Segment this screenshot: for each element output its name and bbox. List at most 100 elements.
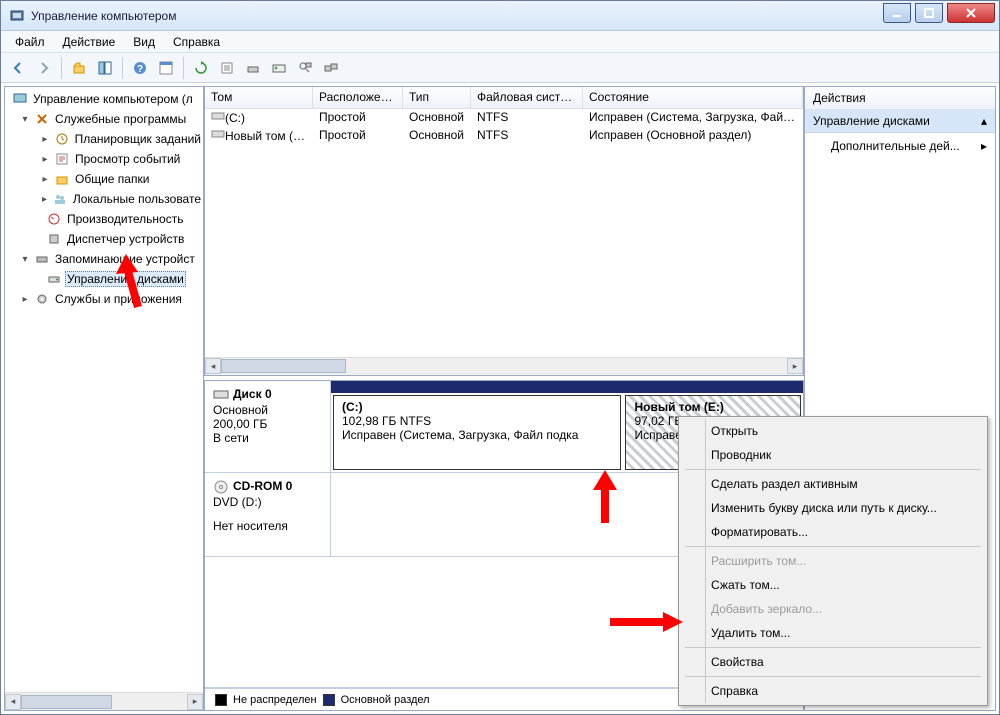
tree-localusers[interactable]: Локальные пользовате (71, 192, 203, 206)
tool-icon-3[interactable] (294, 57, 316, 79)
volume-list-panel: Том Расположение Тип Файловая система Со… (204, 86, 804, 376)
title-bar[interactable]: Управление компьютером (1, 1, 999, 31)
expand-icon[interactable]: ▸ (39, 134, 51, 145)
gear-icon (34, 291, 50, 307)
vol-layout: Простой (313, 109, 403, 127)
tool-icon-2[interactable] (268, 57, 290, 79)
tree-shared[interactable]: Общие папки (73, 172, 151, 186)
computer-icon (12, 91, 28, 107)
col-status[interactable]: Состояние (583, 87, 803, 108)
expand-icon[interactable]: ▸ (39, 154, 51, 165)
menu-file[interactable]: Файл (7, 33, 53, 51)
list-header[interactable]: Том Расположение Тип Файловая система Со… (205, 87, 803, 109)
disk-name: Диск 0 (233, 387, 272, 401)
help-icon[interactable]: ? (129, 57, 151, 79)
tool-icon-4[interactable] (320, 57, 342, 79)
tree-perf[interactable]: Производительность (65, 212, 185, 226)
app-icon (9, 8, 25, 24)
partition-c[interactable]: (C:) 102,98 ГБ NTFS Исправен (Система, З… (333, 395, 621, 470)
disk-name: CD-ROM 0 (233, 479, 292, 493)
disk-icon (46, 271, 62, 287)
collapse-icon[interactable]: ▾ (19, 114, 31, 125)
ctx-delete[interactable]: Удалить том... (681, 621, 985, 645)
expand-icon[interactable]: ▸ (39, 174, 51, 185)
vol-name: Новый том (E:) (225, 129, 308, 143)
menu-action[interactable]: Действие (55, 33, 124, 51)
perf-icon (46, 211, 62, 227)
actions-more[interactable]: Дополнительные дей... ▸ (805, 133, 995, 159)
scroll-right-icon[interactable]: ▸ (187, 694, 203, 710)
partition-size: 102,98 ГБ NTFS (342, 414, 431, 428)
action-label: Дополнительные дей... (831, 139, 960, 153)
tool-icon-1[interactable] (242, 57, 264, 79)
menu-help[interactable]: Справка (165, 33, 228, 51)
vol-status: Исправен (Система, Загрузка, Файл п (583, 109, 803, 127)
ctx-open[interactable]: Открыть (681, 419, 985, 443)
list-scrollbar[interactable]: ◂ ▸ (205, 357, 803, 375)
scroll-left-icon[interactable]: ◂ (5, 694, 21, 710)
ctx-format[interactable]: Форматировать... (681, 520, 985, 544)
ctx-letter[interactable]: Изменить букву диска или путь к диску... (681, 496, 985, 520)
tree-storage[interactable]: Запоминающие устройст (53, 252, 197, 266)
tree-scheduler[interactable]: Планировщик заданий (73, 132, 203, 146)
ctx-extend: Расширить том... (681, 549, 985, 573)
expand-icon[interactable]: ▸ (39, 194, 50, 205)
tree-scrollbar[interactable]: ◂ ▸ (5, 692, 203, 710)
properties-icon[interactable] (155, 57, 177, 79)
tree-eventviewer[interactable]: Просмотр событий (73, 152, 182, 166)
back-button[interactable] (7, 57, 29, 79)
device-icon (46, 231, 62, 247)
disk-info[interactable]: Диск 0 Основной 200,00 ГБ В сети (205, 381, 331, 472)
tree-diskmgmt[interactable]: Управление дисками (65, 271, 186, 287)
tools-icon (34, 111, 50, 127)
tree-root[interactable]: Управление компьютером (л (31, 92, 195, 106)
partition-status: Исправен (Система, Загрузка, Файл подка (342, 428, 578, 442)
partition-title: (C:) (342, 400, 363, 414)
vol-fs: NTFS (471, 109, 583, 127)
actions-section[interactable]: Управление дисками ▴ (805, 110, 995, 133)
ctx-props[interactable]: Свойства (681, 650, 985, 674)
volume-row[interactable]: Новый том (E:) Простой Основной NTFS Исп… (205, 127, 803, 145)
tree-services[interactable]: Службы и приложения (53, 292, 184, 306)
col-fs[interactable]: Файловая система (471, 87, 583, 108)
close-button[interactable] (947, 3, 995, 23)
tree-utils[interactable]: Служебные программы (53, 112, 188, 126)
partition-bar (331, 381, 803, 393)
partition-title: Новый том (E:) (634, 400, 723, 414)
show-hide-tree-button[interactable] (94, 57, 116, 79)
forward-button[interactable] (33, 57, 55, 79)
maximize-button[interactable] (915, 3, 943, 23)
menu-view[interactable]: Вид (125, 33, 163, 51)
col-type[interactable]: Тип (403, 87, 471, 108)
volume-row[interactable]: (C:) Простой Основной NTFS Исправен (Сис… (205, 109, 803, 127)
ctx-explorer[interactable]: Проводник (681, 443, 985, 467)
folder-shared-icon (54, 171, 70, 187)
ctx-active[interactable]: Сделать раздел активным (681, 472, 985, 496)
section-label: Управление дисками (813, 114, 930, 128)
disk-size: 200,00 ГБ (213, 417, 322, 431)
legend-swatch-unallocated (215, 694, 227, 706)
scroll-right-icon[interactable]: ▸ (787, 358, 803, 374)
up-button[interactable] (68, 57, 90, 79)
settings-icon[interactable] (216, 57, 238, 79)
svg-text:?: ? (137, 64, 143, 75)
nav-tree[interactable]: Управление компьютером (л ▾ Служебные про… (5, 87, 203, 692)
disk-info[interactable]: CD-ROM 0 DVD (D:) Нет носителя (205, 473, 331, 556)
cd-icon (213, 479, 229, 495)
vol-status: Исправен (Основной раздел) (583, 127, 803, 145)
collapse-icon[interactable]: ▾ (19, 254, 31, 265)
ctx-shrink[interactable]: Сжать том... (681, 573, 985, 597)
col-volume[interactable]: Том (205, 87, 313, 108)
storage-icon (34, 251, 50, 267)
actions-header: Действия (805, 87, 995, 110)
tree-devmgr[interactable]: Диспетчер устройств (65, 232, 186, 246)
col-layout[interactable]: Расположение (313, 87, 403, 108)
vol-name: (C:) (225, 111, 245, 125)
window-title: Управление компьютером (31, 9, 883, 23)
expand-icon[interactable]: ▸ (19, 294, 31, 305)
scroll-left-icon[interactable]: ◂ (205, 358, 221, 374)
minimize-button[interactable] (883, 3, 911, 23)
toolbar: ? (1, 53, 999, 83)
refresh-icon[interactable] (190, 57, 212, 79)
ctx-help[interactable]: Справка (681, 679, 985, 703)
